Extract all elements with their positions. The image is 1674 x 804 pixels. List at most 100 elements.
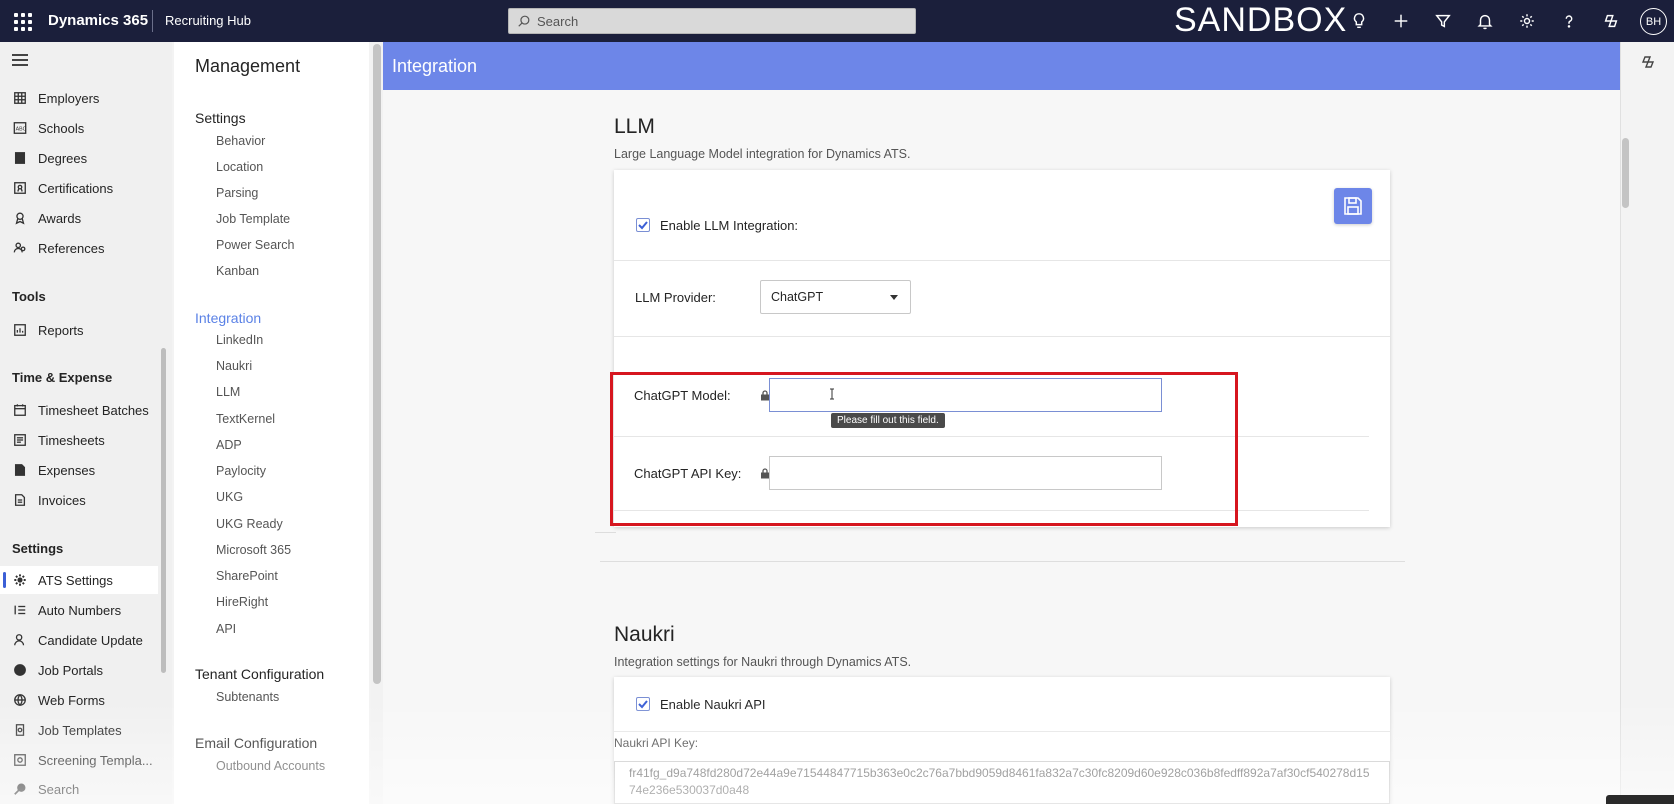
expense-icon — [12, 462, 28, 478]
integration-link-naukri[interactable]: Naukri — [216, 359, 252, 373]
settings-group-link[interactable]: Settings — [195, 110, 246, 126]
tenant-link-subtenants[interactable]: Subtenants — [216, 690, 279, 704]
copilot-icon[interactable] — [1600, 10, 1622, 32]
form-icon — [12, 692, 28, 708]
nav-item-expenses[interactable]: Expenses — [0, 456, 158, 484]
section-divider-stub — [595, 532, 616, 533]
section-divider — [600, 561, 1405, 562]
nav-item-timesheet-batches[interactable]: Timesheet Batches — [0, 396, 158, 424]
nav-item-candidate-update[interactable]: Candidate Update — [0, 626, 158, 654]
tenant-configuration-group-link[interactable]: Tenant Configuration — [195, 666, 324, 682]
naukri-section-description: Integration settings for Naukri through … — [614, 655, 912, 669]
nav-item-label: Timesheets — [38, 432, 105, 448]
nav-item-label: Certifications — [38, 180, 114, 196]
plus-icon[interactable] — [1390, 10, 1412, 32]
nav-item-label: ATS Settings — [38, 572, 113, 588]
settings-link-job-template[interactable]: Job Template — [216, 212, 290, 226]
nav-item-timesheets[interactable]: Timesheets — [0, 426, 158, 454]
left-nav-scrollbar[interactable] — [161, 348, 166, 673]
management-panel: Management Settings Behavior Location Pa… — [174, 42, 383, 804]
nav-item-job-portals[interactable]: Job Portals — [0, 656, 158, 684]
management-scrollbar[interactable] — [373, 44, 381, 684]
nav-item-label: Search — [38, 781, 80, 797]
settings-link-behavior[interactable]: Behavior — [216, 134, 265, 148]
nav-section-settings: Settings — [12, 541, 64, 556]
settings-link-power-search[interactable]: Power Search — [216, 238, 295, 252]
llm-provider-select[interactable]: ChatGPT — [760, 280, 911, 314]
filter-icon[interactable] — [1432, 10, 1454, 32]
nav-item-reports[interactable]: Reports — [0, 316, 158, 344]
integration-link-textkernel[interactable]: TextKernel — [216, 412, 275, 426]
nav-item-label: Candidate Update — [38, 632, 143, 648]
integration-link-paylocity[interactable]: Paylocity — [216, 464, 266, 478]
enable-naukri-label: Enable Naukri API — [660, 697, 766, 712]
nav-item-label: Job Templates — [38, 722, 122, 738]
brand-divider — [152, 10, 153, 32]
save-icon — [1344, 197, 1362, 215]
llm-section-title: LLM — [614, 115, 655, 138]
integration-link-hireright[interactable]: HireRight — [216, 595, 268, 609]
integration-group-link[interactable]: Integration — [195, 310, 261, 326]
nav-item-label: Awards — [38, 210, 82, 226]
nav-item-awards[interactable]: Awards — [0, 204, 158, 232]
naukri-api-key-input[interactable]: fr41fg_d9a748fd280d72e44a9e71544847715b3… — [614, 761, 1390, 804]
nav-item-search[interactable]: Search — [0, 775, 158, 803]
nav-item-auto-numbers[interactable]: Auto Numbers — [0, 596, 158, 624]
chevron-down-icon — [890, 295, 898, 300]
integration-link-ukg-ready[interactable]: UKG Ready — [216, 517, 283, 531]
email-link-outbound-accounts[interactable]: Outbound Accounts — [216, 759, 325, 773]
enable-naukri-checkbox[interactable] — [636, 697, 650, 711]
app-launcher-icon[interactable] — [12, 11, 32, 31]
nav-item-label: Employers — [38, 90, 100, 106]
globe-icon — [12, 662, 28, 678]
nav-item-label: References — [38, 240, 105, 256]
checkmark-icon — [638, 700, 648, 709]
nav-item-references[interactable]: References — [0, 234, 158, 262]
nav-item-degrees[interactable]: Degrees — [0, 144, 158, 172]
nav-item-ats-settings[interactable]: ATS Settings — [0, 566, 158, 594]
integration-link-microsoft-365[interactable]: Microsoft 365 — [216, 543, 291, 557]
global-search-input[interactable]: Search — [508, 8, 916, 34]
integration-link-ukg[interactable]: UKG — [216, 490, 243, 504]
nav-item-web-forms[interactable]: Web Forms — [0, 686, 158, 714]
nav-item-invoices[interactable]: Invoices — [0, 486, 158, 514]
page-banner: Integration — [383, 42, 1620, 90]
integration-link-sharepoint[interactable]: SharePoint — [216, 569, 278, 583]
numbered-list-icon — [12, 602, 28, 618]
main-scrollbar[interactable] — [1622, 138, 1629, 208]
integration-link-api[interactable]: API — [216, 622, 236, 636]
integration-link-llm[interactable]: LLM — [216, 385, 240, 399]
settings-link-kanban[interactable]: Kanban — [216, 264, 259, 278]
nav-item-label: Schools — [38, 120, 85, 136]
user-avatar[interactable]: BH — [1640, 8, 1667, 35]
integration-link-adp[interactable]: ADP — [216, 438, 242, 452]
nav-item-label: Job Portals — [38, 662, 104, 678]
nav-item-screening-templates[interactable]: Screening Templa... — [0, 746, 158, 774]
settings-link-parsing[interactable]: Parsing — [216, 186, 258, 200]
app-name[interactable]: Recruiting Hub — [165, 13, 251, 28]
hamburger-menu-icon[interactable] — [12, 54, 28, 66]
nav-item-employers[interactable]: Employers — [0, 84, 158, 112]
enable-llm-checkbox[interactable] — [636, 218, 650, 232]
nav-item-schools[interactable]: ABC Schools — [0, 114, 158, 142]
copilot-icon[interactable] — [1640, 54, 1656, 70]
settings-link-location[interactable]: Location — [216, 160, 263, 174]
main-content: Integration LLM Large Language Model int… — [383, 42, 1620, 804]
book-icon — [12, 150, 28, 166]
email-configuration-group-link[interactable]: Email Configuration — [195, 735, 317, 751]
help-icon[interactable] — [1558, 10, 1580, 32]
nav-item-label: Degrees — [38, 150, 88, 166]
gear-icon[interactable] — [1516, 10, 1538, 32]
lightbulb-icon[interactable] — [1348, 10, 1370, 32]
nav-item-certifications[interactable]: Certifications — [0, 174, 158, 202]
integration-link-linkedin[interactable]: LinkedIn — [216, 333, 263, 347]
highlight-box — [610, 372, 1238, 526]
checkmark-icon — [638, 221, 648, 230]
top-bar: Dynamics 365 Recruiting Hub Search SANDB… — [0, 0, 1674, 42]
invoice-icon — [12, 492, 28, 508]
nav-item-job-templates[interactable]: Job Templates — [0, 716, 158, 744]
bell-icon[interactable] — [1474, 10, 1496, 32]
save-button[interactable] — [1334, 188, 1372, 224]
brand-name[interactable]: Dynamics 365 — [48, 12, 148, 29]
search-icon — [518, 15, 530, 27]
